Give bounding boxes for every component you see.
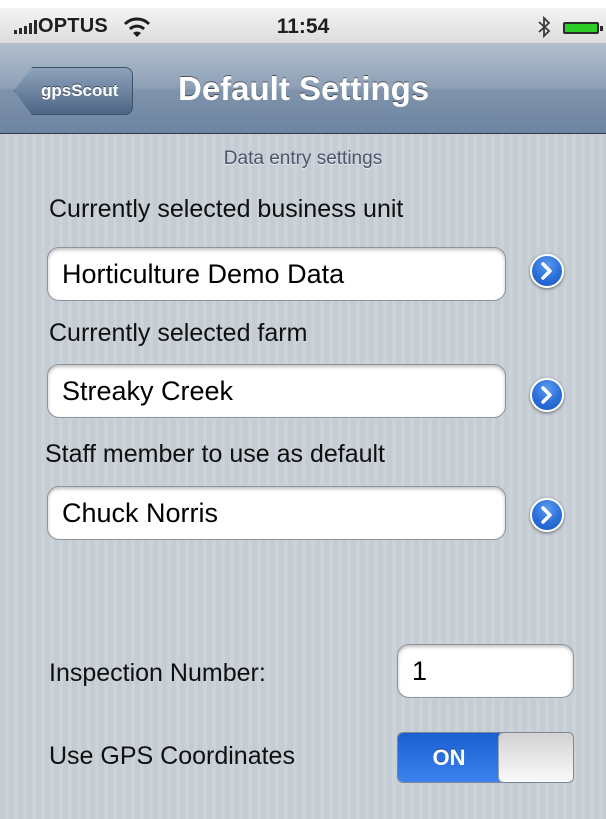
status-time: 11:54 xyxy=(276,15,330,38)
business-unit-field[interactable]: Horticulture Demo Data xyxy=(47,247,506,301)
staff-label: Staff member to use as default xyxy=(45,440,386,468)
staff-field[interactable]: Chuck Norris xyxy=(47,486,506,540)
bluetooth-icon xyxy=(538,16,551,38)
battery-icon xyxy=(563,22,603,34)
gps-toggle-state: ON xyxy=(398,733,500,782)
gps-toggle[interactable]: ON xyxy=(397,732,574,783)
farm-disclosure-icon[interactable] xyxy=(530,378,564,412)
back-button[interactable]: gpsScout xyxy=(14,67,134,115)
farm-field[interactable]: Streaky Creek xyxy=(47,364,506,418)
navigation-bar: gpsScout Default Settings xyxy=(0,44,606,134)
settings-content: Data entry settings Currently selected b… xyxy=(0,134,606,819)
gps-toggle-knob[interactable] xyxy=(498,733,573,782)
status-bar: OPTUS 11:54 xyxy=(0,8,606,44)
business-unit-disclosure-icon[interactable] xyxy=(530,254,564,288)
inspection-number-label: Inspection Number: xyxy=(49,659,266,687)
screen: OPTUS 11:54 gpsScout Default Settings Da… xyxy=(0,0,606,819)
section-header: Data entry settings xyxy=(223,148,383,169)
farm-label: Currently selected farm xyxy=(49,319,308,347)
page-title: Default Settings xyxy=(178,70,430,107)
gps-label: Use GPS Coordinates xyxy=(49,742,295,770)
inspection-number-field[interactable]: 1 xyxy=(397,644,574,698)
business-unit-label: Currently selected business unit xyxy=(49,195,404,223)
staff-disclosure-icon[interactable] xyxy=(530,498,564,532)
